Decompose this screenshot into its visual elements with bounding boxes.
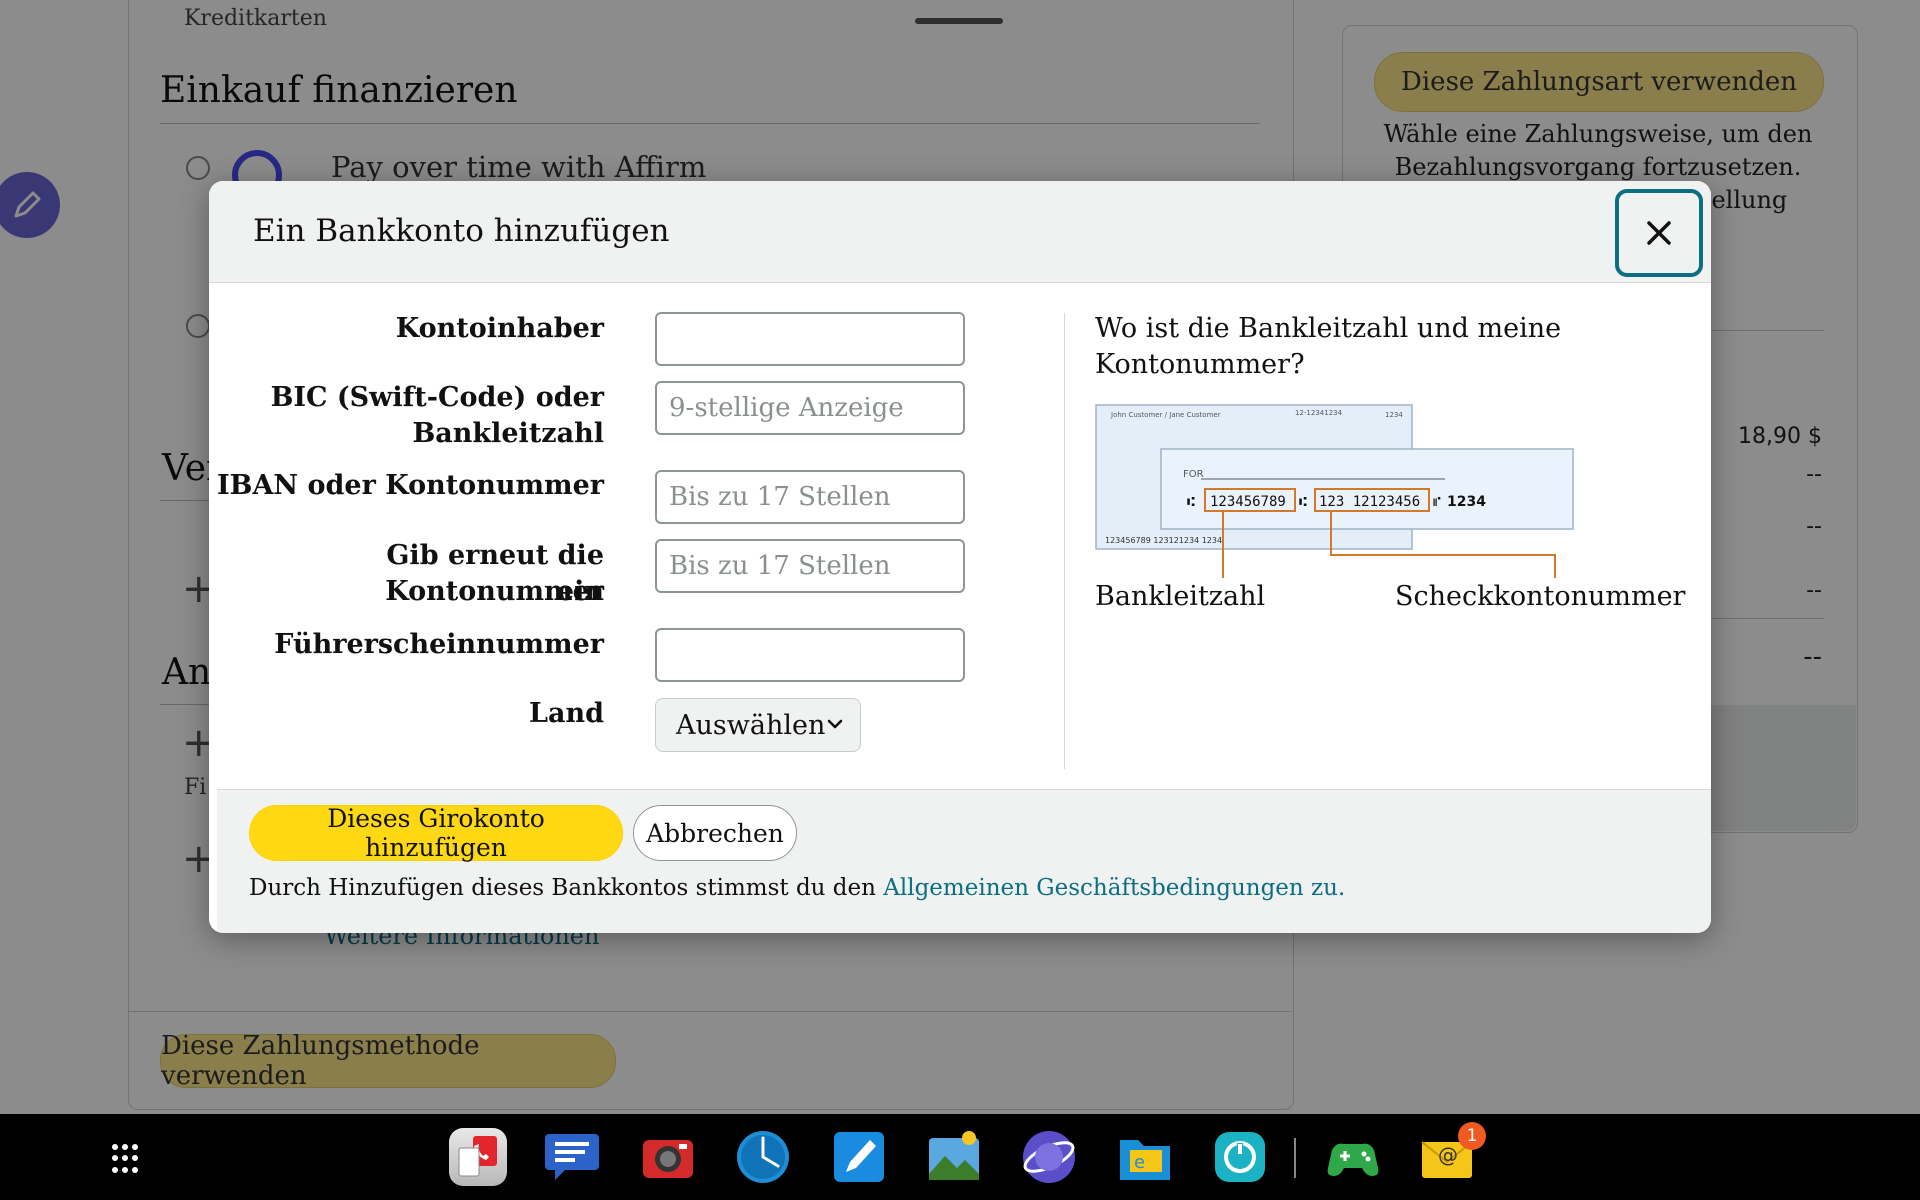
country-label: Land (529, 698, 604, 729)
svg-text:⑈: ⑈ (1433, 495, 1441, 510)
camera-icon[interactable] (639, 1128, 697, 1186)
taskbar-separator (1294, 1138, 1296, 1178)
terms-link[interactable]: Allgemeinen Geschäftsbedingungen zu. (883, 875, 1345, 901)
svg-text:⑆: ⑆ (1299, 495, 1307, 510)
cheque-routing-number: 123456789 (1210, 494, 1286, 510)
phone-contacts-icon[interactable] (449, 1128, 507, 1186)
help-title: Wo ist die Bankleitzahl und meine Konton… (1095, 313, 1562, 380)
terms-prefix: Durch Hinzufügen dieses Bankkontos stimm… (249, 875, 884, 901)
account-holder-input[interactable] (655, 312, 965, 366)
dialog-header: Ein Bankkonto hinzufügen (209, 181, 1711, 283)
bic-input[interactable] (655, 381, 965, 435)
drivers-license-input[interactable] (655, 628, 965, 682)
terms-text: Durch Hinzufügen dieses Bankkontos stimm… (249, 875, 1345, 901)
game-launcher-icon[interactable] (1324, 1128, 1382, 1186)
cheque-names: John Customer / Jane Customer (1110, 411, 1221, 419)
iban-confirm-input[interactable] (655, 539, 965, 593)
svg-text:@: @ (1438, 1143, 1458, 1167)
gallery-icon[interactable] (925, 1128, 983, 1186)
svg-text:⑆: ⑆ (1187, 495, 1195, 510)
files-icon[interactable]: e (1116, 1128, 1174, 1186)
iban-confirm-label-line2: ein (556, 576, 604, 607)
app-drawer-icon[interactable] (112, 1144, 142, 1174)
routing-number-caption: Bankleitzahl (1095, 581, 1266, 612)
cheque-account-number: 123 12123456 (1319, 494, 1420, 510)
cheque-for-label: FOR (1183, 469, 1204, 480)
clock-icon[interactable] (734, 1128, 792, 1186)
drivers-license-label: Führerscheinnummer (274, 629, 604, 660)
vertical-divider (1064, 313, 1065, 769)
iban-input[interactable] (655, 470, 965, 524)
add-checking-account-button[interactable]: Dieses Girokonto hinzufügen (249, 804, 623, 862)
add-bank-account-dialog: Ein Bankkonto hinzufügen Kontoinhaber BI… (209, 181, 1711, 933)
cancel-button[interactable]: Abbrechen (633, 805, 797, 861)
country-select-value: Auswählen (676, 709, 826, 741)
close-icon (1647, 221, 1671, 245)
cheque-top-number: 1234 (1385, 411, 1403, 419)
account-holder-label: Kontoinhaber (395, 313, 604, 344)
iban-confirm-label-line1: Gib erneut die Kontonummer (385, 540, 604, 607)
cheque-check-number: 1234 (1447, 494, 1486, 510)
cheque-micr-small: 123456789 123121234 1234 (1105, 536, 1222, 545)
sync-icon[interactable] (1211, 1128, 1269, 1186)
messages-icon[interactable] (543, 1128, 601, 1186)
cheque-top-code: 12-12341234 (1295, 409, 1343, 417)
country-select[interactable]: Auswählen (655, 698, 861, 752)
notes-icon[interactable] (830, 1128, 888, 1186)
svg-text:e: e (1134, 1152, 1145, 1173)
close-button[interactable] (1615, 189, 1703, 277)
browser-icon[interactable] (1020, 1128, 1078, 1186)
bic-label-line2: Bankleitzahl (412, 418, 604, 449)
chevron-down-icon (827, 719, 843, 729)
account-number-caption: Scheckkontonummer (1395, 581, 1686, 612)
dialog-title: Ein Bankkonto hinzufügen (253, 213, 670, 249)
iban-label: IBAN oder Kontonummer (217, 470, 604, 501)
bic-label-line1: BIC (Swift-Code) oder (270, 382, 604, 413)
email-notification-badge: 1 (1458, 1122, 1486, 1150)
